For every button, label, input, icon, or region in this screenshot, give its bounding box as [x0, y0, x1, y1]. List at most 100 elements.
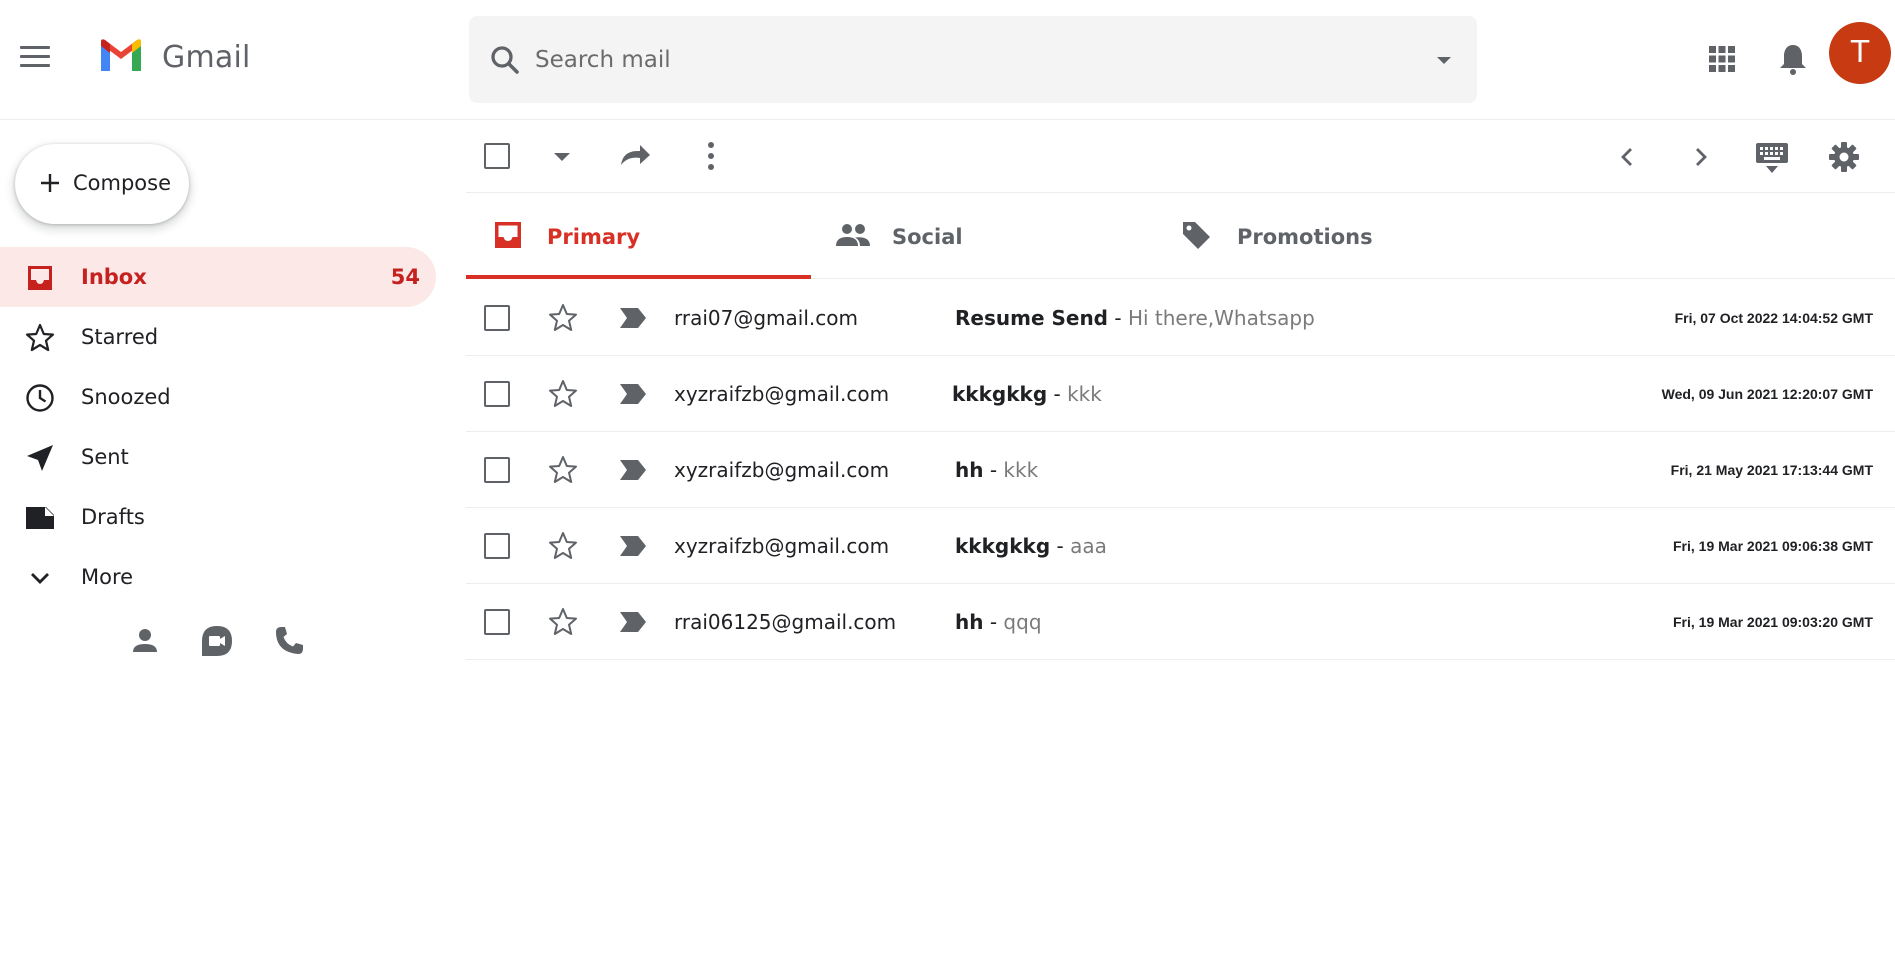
sidebar-item-label: Inbox	[81, 265, 147, 289]
sidebar-item-label: Sent	[81, 445, 129, 469]
sidebar-item-drafts[interactable]: Drafts	[0, 487, 436, 547]
keyboard-icon[interactable]	[1754, 141, 1790, 175]
message-subject: Resume Send	[955, 306, 1108, 330]
message-snippet: kkk	[1067, 382, 1102, 406]
message-subject-line: hh - kkk	[955, 458, 1039, 482]
phone-icon[interactable]	[272, 624, 306, 658]
next-page-icon[interactable]	[1688, 145, 1712, 169]
importance-marker-icon[interactable]	[618, 610, 648, 634]
person-icon[interactable]	[128, 624, 162, 658]
message-list: rrai07@gmail.com Resume Send - Hi there,…	[466, 280, 1895, 660]
clock-icon	[26, 384, 54, 412]
account-avatar[interactable]: T	[1829, 22, 1891, 84]
star-icon[interactable]	[547, 530, 579, 562]
select-dropdown-icon[interactable]	[552, 149, 572, 165]
importance-marker-icon[interactable]	[618, 534, 648, 558]
message-snippet: kkk	[1003, 458, 1039, 482]
send-icon	[27, 445, 53, 471]
star-icon[interactable]	[547, 378, 579, 410]
message-row[interactable]: xyzraifzb@gmail.com hh - kkk Fri, 21 May…	[466, 432, 1895, 508]
sidebar-item-label: More	[81, 565, 134, 589]
message-sender: xyzraifzb@gmail.com	[674, 458, 890, 482]
draft-icon	[26, 507, 54, 529]
message-date: Wed, 09 Jun 2021 12:20:07 GMT	[1661, 386, 1873, 402]
tab-social[interactable]: Social	[811, 193, 1156, 279]
star-icon[interactable]	[547, 606, 579, 638]
importance-marker-icon[interactable]	[618, 382, 648, 406]
more-vert-icon[interactable]	[706, 141, 716, 171]
tab-label: Primary	[547, 225, 641, 249]
search-icon[interactable]	[487, 42, 523, 78]
message-subject: kkkgkkg	[952, 382, 1048, 406]
video-icon[interactable]	[200, 624, 234, 658]
people-icon	[836, 224, 870, 246]
message-snippet: Hi there,Whatsapp	[1127, 306, 1315, 330]
sidebar-nav: Inbox 54 Starred Snoozed Sent Drafts Mor…	[0, 247, 436, 607]
message-sender: rrai06125@gmail.com	[674, 610, 897, 634]
gmail-logo-icon[interactable]	[98, 38, 144, 74]
message-subject-line: kkkgkkg - kkk	[952, 382, 1102, 406]
sidebar-item-label: Snoozed	[81, 385, 171, 409]
row-checkbox[interactable]	[484, 609, 510, 635]
mail-toolbar	[466, 121, 1895, 193]
settings-icon[interactable]	[1828, 141, 1860, 173]
prev-page-icon[interactable]	[1616, 145, 1640, 169]
message-row[interactable]: xyzraifzb@gmail.com kkkgkkg - aaa Fri, 1…	[466, 508, 1895, 584]
select-all-checkbox[interactable]	[484, 143, 510, 169]
star-icon[interactable]	[547, 302, 579, 334]
row-checkbox[interactable]	[484, 457, 510, 483]
message-date: Fri, 19 Mar 2021 09:03:20 GMT	[1673, 614, 1873, 630]
message-snippet: aaa	[1070, 534, 1107, 558]
compose-button[interactable]: Compose	[15, 144, 189, 224]
message-row[interactable]: xyzraifzb@gmail.com kkkgkkg - kkk Wed, 0…	[466, 356, 1895, 432]
star-icon[interactable]	[547, 454, 579, 486]
message-sender: xyzraifzb@gmail.com	[674, 534, 890, 558]
sidebar-item-starred[interactable]: Starred	[0, 307, 436, 367]
sidebar-item-inbox[interactable]: Inbox 54	[0, 247, 436, 307]
message-row[interactable]: rrai07@gmail.com Resume Send - Hi there,…	[466, 280, 1895, 356]
row-checkbox[interactable]	[484, 533, 510, 559]
main-menu-icon[interactable]	[20, 46, 50, 68]
tab-promotions[interactable]: Promotions	[1156, 193, 1501, 279]
sidebar-item-label: Drafts	[81, 505, 145, 529]
sidebar-item-more[interactable]: More	[0, 547, 436, 607]
inbox-icon	[28, 266, 52, 290]
message-row[interactable]: rrai06125@gmail.com hh - qqq Fri, 19 Mar…	[466, 584, 1895, 660]
tab-primary[interactable]: Primary	[466, 193, 811, 279]
brand-name: Gmail	[162, 40, 251, 75]
message-subject: hh	[955, 610, 984, 634]
importance-marker-icon[interactable]	[618, 458, 648, 482]
message-subject-line: hh - qqq	[955, 610, 1042, 634]
sidebar-item-label: Starred	[81, 325, 159, 349]
message-date: Fri, 21 May 2021 17:13:44 GMT	[1670, 462, 1873, 478]
message-subject: hh	[955, 458, 984, 482]
plus-icon	[41, 174, 59, 192]
hangouts-bar	[128, 624, 318, 664]
importance-marker-icon[interactable]	[618, 306, 648, 330]
inbox-icon	[495, 222, 521, 248]
message-subject-line: Resume Send - Hi there,Whatsapp	[955, 306, 1315, 330]
sidebar-item-snoozed[interactable]: Snoozed	[0, 367, 436, 427]
search-input[interactable]	[535, 42, 1395, 78]
message-sender: rrai07@gmail.com	[674, 306, 858, 330]
compose-label: Compose	[73, 171, 172, 195]
chevron-down-icon	[31, 573, 49, 584]
apps-grid-icon[interactable]	[1707, 44, 1737, 74]
message-date: Fri, 07 Oct 2022 14:04:52 GMT	[1674, 310, 1873, 326]
row-checkbox[interactable]	[484, 305, 510, 331]
search-options-icon[interactable]	[1434, 50, 1454, 70]
message-subject: kkkgkkg	[955, 534, 1051, 558]
search-bar	[469, 16, 1477, 103]
inbox-unread-count: 54	[390, 265, 420, 289]
message-subject-line: kkkgkkg - aaa	[955, 534, 1107, 558]
refresh-icon[interactable]	[618, 141, 652, 171]
star-icon	[25, 323, 55, 352]
tab-label: Social	[892, 225, 963, 249]
sidebar-item-sent[interactable]: Sent	[0, 427, 436, 487]
row-checkbox[interactable]	[484, 381, 510, 407]
notifications-bell-icon[interactable]	[1777, 42, 1809, 76]
tab-label: Promotions	[1237, 225, 1373, 249]
top-header: Gmail T	[0, 0, 1895, 120]
message-sender: xyzraifzb@gmail.com	[674, 382, 890, 406]
message-snippet: qqq	[1003, 610, 1042, 634]
